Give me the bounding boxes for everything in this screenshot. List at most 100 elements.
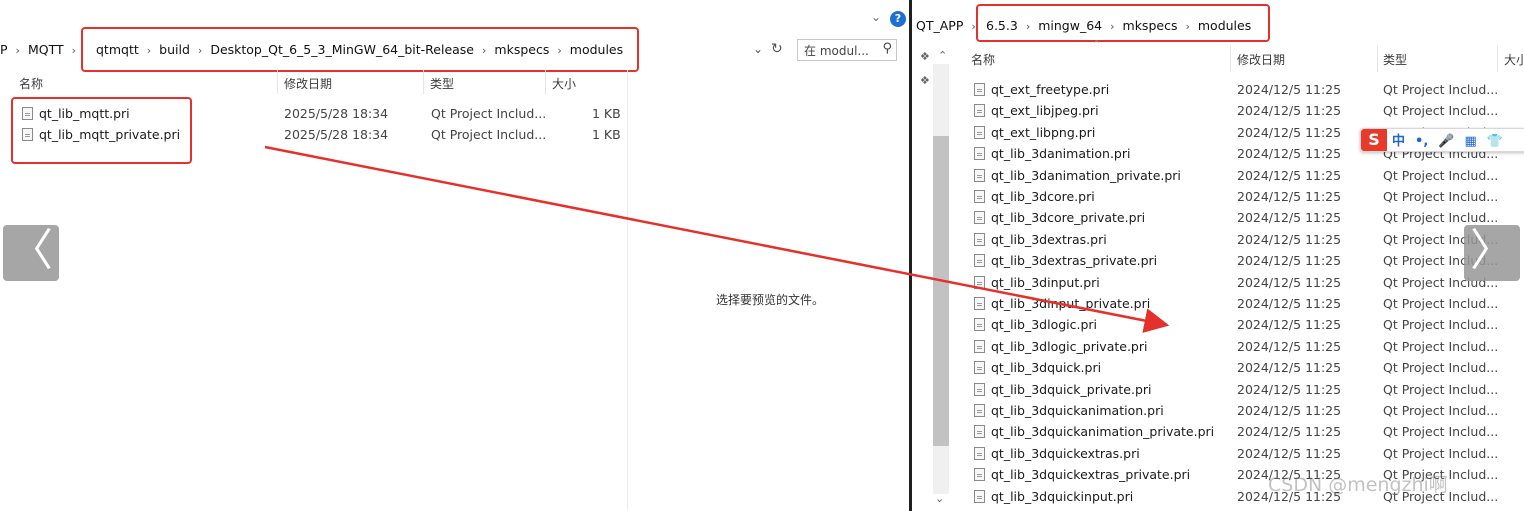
file-type: Qt Project Includ... <box>1383 296 1499 311</box>
pin-icon[interactable]: ❖ <box>920 50 930 63</box>
file-row[interactable]: qt_lib_3dextras_private.pri 2024/12/5 11:… <box>974 250 1524 271</box>
file-type: Qt Project Includ... <box>1383 317 1499 333</box>
pri-file-icon <box>974 382 985 396</box>
preview-pane-message: 选择要预览的文件。 <box>716 293 825 307</box>
file-row[interactable]: qt_lib_3dquick_private.pri 2024/12/5 11:2… <box>974 379 1524 400</box>
breadcrumb-item-mkspecs[interactable]: mkspecs <box>1123 18 1178 33</box>
left-breadcrumb: qtmqtt › build › Desktop_Qt_6_5_3_MinGW_64_b… <box>96 42 623 57</box>
breadcrumb-item[interactable]: QT_APP <box>916 18 963 33</box>
file-row[interactable]: qt_lib_3dinput_private.pri 2024/12/5 11:2… <box>974 293 1524 314</box>
column-header-date[interactable]: 修改日期 <box>284 75 332 92</box>
file-type: Qt Project Includ... <box>1383 445 1499 461</box>
breadcrumb-separator-icon: › <box>482 44 487 57</box>
file-type: Qt Project Includ... <box>1383 103 1499 119</box>
file-row[interactable]: qt_lib_3dlogic.pri 2024/12/5 11:25 Qt Proj… <box>974 314 1524 335</box>
file-row[interactable]: qt_lib_3dcore_private.pri 2024/12/5 11:25… <box>974 207 1524 228</box>
pri-file-icon <box>974 275 985 289</box>
preview-pane-divider[interactable] <box>627 70 628 510</box>
column-divider[interactable] <box>277 70 278 94</box>
file-date: 2024/12/5 11:25 <box>1237 445 1342 461</box>
file-name: qt_ext_libpng.pri <box>991 124 1096 140</box>
file-name: qt_lib_mqtt.pri <box>39 106 130 121</box>
nav-scroll-down-icon[interactable]: ⌄ <box>935 492 944 505</box>
breadcrumb-separator-icon: › <box>1025 20 1031 33</box>
file-row[interactable]: qt_lib_3dlogic_private.pri 2024/12/5 11:2… <box>974 336 1524 357</box>
file-type: Qt Project Includ... <box>1383 360 1499 376</box>
breadcrumb-item-modules[interactable]: modules <box>1198 18 1251 33</box>
left-breadcrumb-prefix: P › MQTT › <box>0 42 84 57</box>
ime-skin-icon[interactable]: 👕 <box>1482 131 1508 153</box>
ime-chinese-mode-button[interactable]: 中 <box>1387 131 1410 153</box>
next-image-arrow-icon[interactable]: 〉 <box>1464 225 1520 281</box>
breadcrumb-item-mingw-64[interactable]: mingw_64 <box>1038 18 1102 33</box>
file-row[interactable]: qt_ext_libjpeg.pri 2024/12/5 11:25 Qt Proj… <box>974 100 1524 121</box>
file-row[interactable]: qt_ext_freetype.pri 2024/12/5 11:25 Qt Pro… <box>974 79 1524 100</box>
column-divider[interactable] <box>423 70 424 94</box>
file-type: Qt Project Includ... <box>1383 424 1499 440</box>
file-name: qt_lib_3dquick_private.pri <box>991 381 1152 397</box>
file-date: 2024/12/5 11:25 <box>1237 124 1342 140</box>
file-date: 2024/12/5 11:25 <box>1237 274 1342 290</box>
pri-file-icon <box>22 107 33 120</box>
file-row[interactable]: qt_lib_3dinput.pri 2024/12/5 11:25 Qt Proj… <box>974 272 1524 293</box>
breadcrumb-item-qtmqtt[interactable]: qtmqtt <box>96 42 139 57</box>
column-header-name[interactable]: 名称 <box>971 51 995 68</box>
help-icon[interactable]: ? <box>890 11 906 27</box>
file-name: qt_lib_3dquickanimation.pri <box>991 403 1164 418</box>
file-row[interactable]: qt_lib_mqtt_private.pri 2025/5/28 18:34 … <box>22 124 622 145</box>
column-divider[interactable] <box>545 70 546 94</box>
ime-punctuation-icon[interactable]: •, <box>1410 131 1433 153</box>
file-date: 2024/12/5 11:25 <box>1237 231 1342 247</box>
ime-keyboard-icon[interactable]: ▦ <box>1459 131 1481 153</box>
search-icon[interactable]: ⚲ <box>882 41 892 56</box>
breadcrumb-item[interactable]: P <box>0 42 8 57</box>
file-date: 2024/12/5 11:25 <box>1237 167 1342 183</box>
file-name: qt_lib_3dextras.pri <box>991 231 1107 247</box>
pri-file-icon <box>974 425 985 439</box>
column-divider[interactable] <box>1377 46 1378 72</box>
file-row[interactable]: qt_lib_3dquickextras.pri 2024/12/5 11:25 Q… <box>974 443 1524 464</box>
file-row[interactable]: qt_lib_mqtt.pri 2025/5/28 18:34 Qt Proje… <box>22 103 622 124</box>
file-row[interactable]: qt_lib_3dquick.pri 2024/12/5 11:25 Qt Proj… <box>974 357 1524 378</box>
breadcrumb-item[interactable]: MQTT <box>28 42 64 57</box>
file-row[interactable]: qt_lib_3danimation_private.pri 2024/12/5 … <box>974 165 1524 186</box>
file-row[interactable]: qt_lib_3dquickanimation.pri 2024/12/5 11:… <box>974 400 1524 421</box>
file-date: 2024/12/5 11:25 <box>1237 338 1342 354</box>
column-header-size[interactable]: 大小 <box>1504 51 1524 68</box>
nav-scroll-up-icon[interactable]: ⌃ <box>938 49 947 62</box>
column-header-date[interactable]: 修改日期 <box>1237 51 1285 68</box>
breadcrumb-item-desktop-release[interactable]: Desktop_Qt_6_5_3_MinGW_64_bit-Release <box>210 42 474 57</box>
breadcrumb-item-6-5-3[interactable]: 6.5.3 <box>986 18 1018 33</box>
refresh-icon[interactable]: ↻ <box>771 41 783 57</box>
file-date: 2024/12/5 11:25 <box>1237 103 1342 119</box>
ime-toolbar[interactable]: S 中 •, 🎤 ▦ 👕 <box>1360 128 1524 152</box>
breadcrumb-item-build[interactable]: build <box>159 42 190 57</box>
column-header-name[interactable]: 名称 <box>19 75 43 92</box>
column-header-type[interactable]: 类型 <box>430 75 454 92</box>
right-explorer-window: QT_APP › 6.5.3 › mingw_64 › mkspecs › modules ❖… <box>912 0 1524 511</box>
pin-icon[interactable]: ❖ <box>920 74 930 87</box>
pri-file-icon <box>974 297 985 310</box>
address-history-chevron-icon[interactable]: ⌄ <box>753 42 763 56</box>
ime-voice-icon[interactable]: 🎤 <box>1433 131 1459 153</box>
sogou-ime-logo-icon[interactable]: S <box>1361 129 1387 151</box>
file-size: 1 KB <box>592 127 621 142</box>
prev-image-arrow-icon[interactable]: 〈 <box>3 225 59 281</box>
column-divider[interactable] <box>1230 46 1231 72</box>
breadcrumb-item-mkspecs[interactable]: mkspecs <box>494 42 549 57</box>
file-row[interactable]: qt_lib_3dquickanimation_private.pri 2024/… <box>974 421 1524 442</box>
nav-pane-scroll-thumb[interactable] <box>933 136 949 446</box>
pri-file-icon <box>974 147 985 161</box>
search-input[interactable]: 在 modul... ⚲ <box>797 39 897 61</box>
file-row[interactable]: qt_lib_3dcore.pri 2024/12/5 11:25 Qt Proje… <box>974 186 1524 207</box>
pri-file-icon <box>22 128 33 141</box>
column-header-type[interactable]: 类型 <box>1383 51 1407 68</box>
file-name: qt_lib_3dquick.pri <box>991 360 1102 376</box>
pri-file-icon <box>974 83 985 96</box>
file-type: Qt Project Includ... <box>1383 167 1499 183</box>
column-header-size[interactable]: 大小 <box>552 75 576 92</box>
file-row[interactable]: qt_lib_3dextras.pri 2024/12/5 11:25 Qt Pro… <box>974 229 1524 250</box>
column-divider[interactable] <box>1497 46 1498 72</box>
breadcrumb-item-modules[interactable]: modules <box>570 42 623 57</box>
ribbon-collapse-chevron-icon[interactable]: ⌄ <box>871 10 881 24</box>
